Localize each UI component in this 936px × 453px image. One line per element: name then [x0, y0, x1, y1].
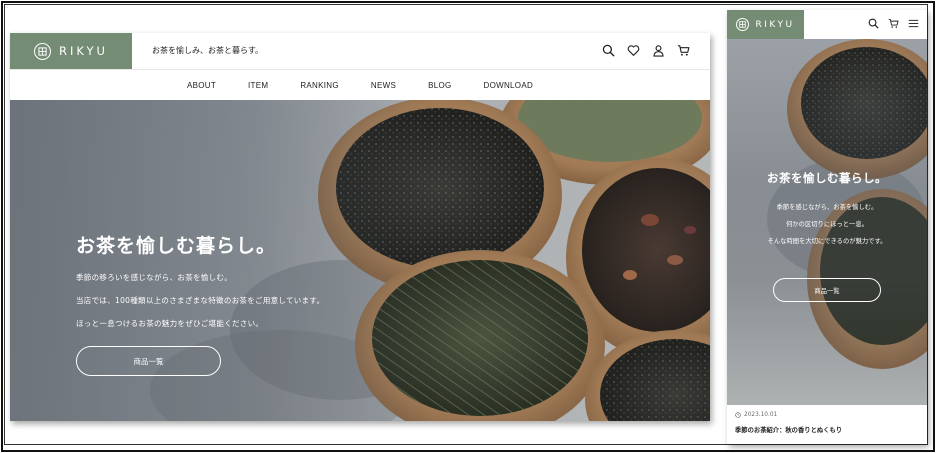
mobile-logo[interactable]: RIKYU [727, 10, 804, 39]
nav-blog[interactable]: BLOG [412, 81, 467, 90]
nav-download[interactable]: DOWNLOAD [468, 81, 550, 90]
hero-title: お茶を愉しむ暮らし。 [76, 235, 277, 257]
hero-section: お茶を愉しむ暮らし。 季節の移ろいを感じながら、お茶を愉しむ。 当店では、100… [10, 100, 710, 421]
product-list-button[interactable]: 商品一覧 [773, 278, 881, 302]
nav-item[interactable]: ITEM [232, 81, 284, 90]
desktop-logo[interactable]: RIKYU [10, 33, 132, 69]
news-date-text: 2023.10.01 [744, 412, 778, 418]
news-date: 2023.10.01 [735, 412, 777, 418]
tea-logo-icon [34, 42, 52, 60]
menu-icon[interactable] [908, 18, 919, 29]
cart-icon[interactable] [677, 44, 690, 57]
mobile-header-icons [868, 18, 919, 29]
nav-about[interactable]: ABOUT [171, 81, 232, 90]
cart-icon[interactable] [888, 18, 899, 29]
news-title[interactable]: 季節のお茶紹介：秋の香りとぬくもり [735, 425, 842, 434]
clock-icon [735, 412, 741, 418]
nav-news[interactable]: NEWS [355, 81, 412, 90]
mobile-hero-section: お茶を愉しむ暮らし。 季節を感じながら、お茶を愉しむ。 何かの区切りにほっと一息… [727, 39, 927, 405]
hero-text-line: そんな時間を大切にできるのが魅力です。 [767, 238, 887, 245]
tea-logo-icon [736, 18, 750, 31]
product-list-button[interactable]: 商品一覧 [76, 346, 221, 376]
nav-ranking[interactable]: RANKING [284, 81, 355, 90]
hero-text-line: 当店では、100種類以上のさまざまな特徴のお茶をご用意しています。 [76, 296, 325, 305]
heart-icon[interactable] [627, 44, 640, 57]
header-tagline: お茶を愉しみ、お茶と暮らす。 [152, 46, 264, 55]
mobile-mockup: RIKYU お茶を愉しむ暮らし。 季節を感じながら、お茶を愉しむ。 何かの区切り… [727, 10, 927, 444]
hero-title: お茶を愉しむ暮らし。 [767, 171, 887, 185]
main-nav: ABOUT ITEM RANKING NEWS BLOG DOWNLOAD [10, 70, 710, 100]
hero-text-line: 季節を感じながら、お茶を愉しむ。 [776, 204, 878, 211]
logo-text: RIKYU [755, 19, 795, 30]
search-icon[interactable] [602, 44, 615, 57]
mobile-header: RIKYU [727, 10, 927, 39]
news-item[interactable]: 2023.10.01 季節のお茶紹介：秋の香りとぬくもり [727, 405, 927, 444]
desktop-header: RIKYU お茶を愉しみ、お茶と暮らす。 ABOUT ITEM RANKING … [10, 33, 710, 100]
hero-text-line: ほっと一息つけるお茶の魅力をぜひご堪能ください。 [76, 319, 264, 328]
user-icon[interactable] [652, 44, 665, 57]
header-icons [602, 44, 690, 57]
desktop-mockup: RIKYU お茶を愉しみ、お茶と暮らす。 ABOUT ITEM RANKING … [10, 33, 710, 421]
search-icon[interactable] [868, 18, 879, 29]
logo-text: RIKYU [59, 44, 108, 58]
hero-text-line: 季節の移ろいを感じながら、お茶を愉しむ。 [76, 273, 232, 282]
hero-text-line: 何かの区切りにほっと一息。 [786, 221, 868, 228]
